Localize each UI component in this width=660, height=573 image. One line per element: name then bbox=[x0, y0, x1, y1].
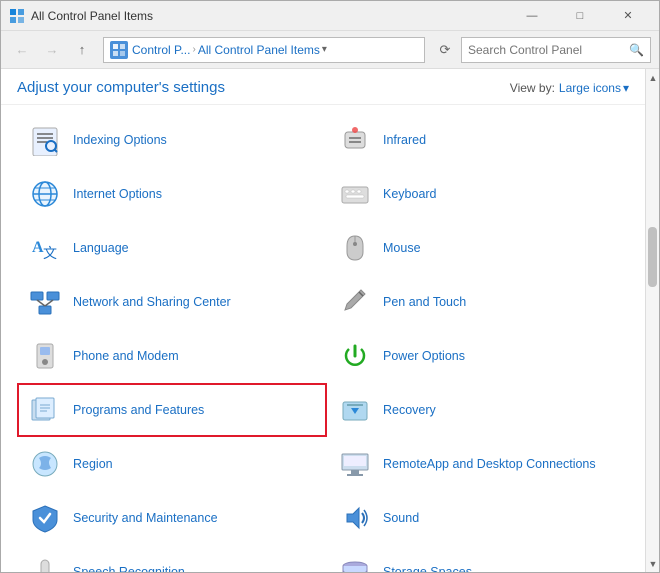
item-sound[interactable]: Sound bbox=[327, 491, 637, 545]
maximize-button[interactable]: □ bbox=[557, 1, 603, 31]
sound-label: Sound bbox=[383, 510, 419, 526]
network-sharing-label: Network and Sharing Center bbox=[73, 294, 231, 310]
phone-modem-label: Phone and Modem bbox=[73, 348, 179, 364]
item-recovery[interactable]: Recovery bbox=[327, 383, 637, 437]
nav-bar: ← → ↑ Control P... › All Control Panel I… bbox=[1, 31, 659, 69]
security-maintenance-icon bbox=[27, 500, 63, 536]
main-content: Adjust your computer's settings View by:… bbox=[1, 69, 645, 572]
programs-features-icon bbox=[27, 392, 63, 428]
search-input[interactable] bbox=[468, 43, 629, 57]
item-remoteapp[interactable]: RemoteApp and Desktop Connections bbox=[327, 437, 637, 491]
window-title: All Control Panel Items bbox=[31, 9, 509, 23]
storage-spaces-label: Storage Spaces bbox=[383, 564, 472, 572]
region-label: Region bbox=[73, 456, 113, 472]
remoteapp-icon bbox=[337, 446, 373, 482]
search-box[interactable]: 🔍 bbox=[461, 37, 651, 63]
keyboard-icon bbox=[337, 176, 373, 212]
page-title: Adjust your computer's settings bbox=[17, 79, 225, 96]
address-separator: › bbox=[192, 44, 195, 55]
infrared-label: Infrared bbox=[383, 132, 426, 148]
items-container: Indexing Options Infrared Internet Options… bbox=[1, 105, 645, 572]
indexing-options-label: Indexing Options bbox=[73, 132, 167, 148]
view-by-dropdown[interactable]: Large icons ▾ bbox=[559, 81, 629, 95]
item-power-options[interactable]: Power Options bbox=[327, 329, 637, 383]
keyboard-label: Keyboard bbox=[383, 186, 437, 202]
scroll-thumb[interactable] bbox=[648, 227, 657, 287]
region-icon bbox=[27, 446, 63, 482]
item-mouse[interactable]: Mouse bbox=[327, 221, 637, 275]
storage-spaces-icon bbox=[337, 554, 373, 572]
address-part-all[interactable]: All Control Panel Items bbox=[198, 43, 320, 57]
item-region[interactable]: Region bbox=[17, 437, 327, 491]
mouse-label: Mouse bbox=[383, 240, 421, 256]
power-options-label: Power Options bbox=[383, 348, 465, 364]
remoteapp-label: RemoteApp and Desktop Connections bbox=[383, 456, 596, 472]
minimize-button[interactable]: — bbox=[509, 1, 555, 31]
address-dropdown-icon[interactable]: ▾ bbox=[322, 44, 327, 55]
item-pen-touch[interactable]: Pen and Touch bbox=[327, 275, 637, 329]
address-parts: Control P... › All Control Panel Items bbox=[132, 43, 320, 57]
view-by-value-text: Large icons bbox=[559, 81, 621, 95]
content-area: Adjust your computer's settings View by:… bbox=[1, 69, 659, 572]
address-bar-icon bbox=[110, 41, 128, 59]
address-part-control[interactable]: Control P... bbox=[132, 43, 190, 57]
recovery-icon bbox=[337, 392, 373, 428]
speech-recognition-label: Speech Recognition bbox=[73, 564, 185, 572]
window-controls: — □ ✕ bbox=[509, 1, 651, 31]
forward-button[interactable]: → bbox=[39, 37, 65, 63]
item-infrared[interactable]: Infrared bbox=[327, 113, 637, 167]
scroll-track[interactable] bbox=[646, 86, 659, 555]
window-icon bbox=[9, 8, 25, 24]
speech-recognition-icon bbox=[27, 554, 63, 572]
refresh-button[interactable]: ⟳ bbox=[433, 38, 457, 62]
svg-text:文: 文 bbox=[43, 246, 57, 262]
scrollbar[interactable]: ▲ ▼ bbox=[645, 69, 659, 572]
pen-touch-icon bbox=[337, 284, 373, 320]
item-security-maintenance[interactable]: Security and Maintenance bbox=[17, 491, 327, 545]
item-language[interactable]: A文 Language bbox=[17, 221, 327, 275]
phone-modem-icon bbox=[27, 338, 63, 374]
items-grid: Indexing Options Infrared Internet Options… bbox=[17, 113, 637, 572]
item-network-sharing[interactable]: Network and Sharing Center bbox=[17, 275, 327, 329]
scroll-down-arrow[interactable]: ▼ bbox=[646, 555, 659, 572]
programs-features-label: Programs and Features bbox=[73, 402, 204, 418]
search-icon: 🔍 bbox=[629, 43, 644, 57]
pen-touch-label: Pen and Touch bbox=[383, 294, 466, 310]
item-speech-recognition[interactable]: Speech Recognition bbox=[17, 545, 327, 572]
view-by-control: View by: Large icons ▾ bbox=[510, 81, 629, 95]
window: All Control Panel Items — □ ✕ ← → ↑ Cont… bbox=[0, 0, 660, 573]
back-button[interactable]: ← bbox=[9, 37, 35, 63]
sound-icon bbox=[337, 500, 373, 536]
item-phone-modem[interactable]: Phone and Modem bbox=[17, 329, 327, 383]
language-label: Language bbox=[73, 240, 129, 256]
item-storage-spaces[interactable]: Storage Spaces bbox=[327, 545, 637, 572]
view-by-label: View by: bbox=[510, 81, 555, 95]
security-maintenance-label: Security and Maintenance bbox=[73, 510, 218, 526]
network-sharing-icon bbox=[27, 284, 63, 320]
item-programs-features[interactable]: Programs and Features bbox=[17, 383, 327, 437]
indexing-options-icon bbox=[27, 122, 63, 158]
up-button[interactable]: ↑ bbox=[69, 37, 95, 63]
item-indexing-options[interactable]: Indexing Options bbox=[17, 113, 327, 167]
scroll-up-arrow[interactable]: ▲ bbox=[646, 69, 659, 86]
view-by-dropdown-icon: ▾ bbox=[623, 81, 629, 95]
infrared-icon bbox=[337, 122, 373, 158]
power-options-icon bbox=[337, 338, 373, 374]
recovery-label: Recovery bbox=[383, 402, 436, 418]
internet-options-icon bbox=[27, 176, 63, 212]
close-button[interactable]: ✕ bbox=[605, 1, 651, 31]
mouse-icon bbox=[337, 230, 373, 266]
content-header: Adjust your computer's settings View by:… bbox=[1, 69, 645, 105]
title-bar: All Control Panel Items — □ ✕ bbox=[1, 1, 659, 31]
address-bar[interactable]: Control P... › All Control Panel Items ▾ bbox=[103, 37, 425, 63]
item-keyboard[interactable]: Keyboard bbox=[327, 167, 637, 221]
item-internet-options[interactable]: Internet Options bbox=[17, 167, 327, 221]
language-icon: A文 bbox=[27, 230, 63, 266]
internet-options-label: Internet Options bbox=[73, 186, 162, 202]
